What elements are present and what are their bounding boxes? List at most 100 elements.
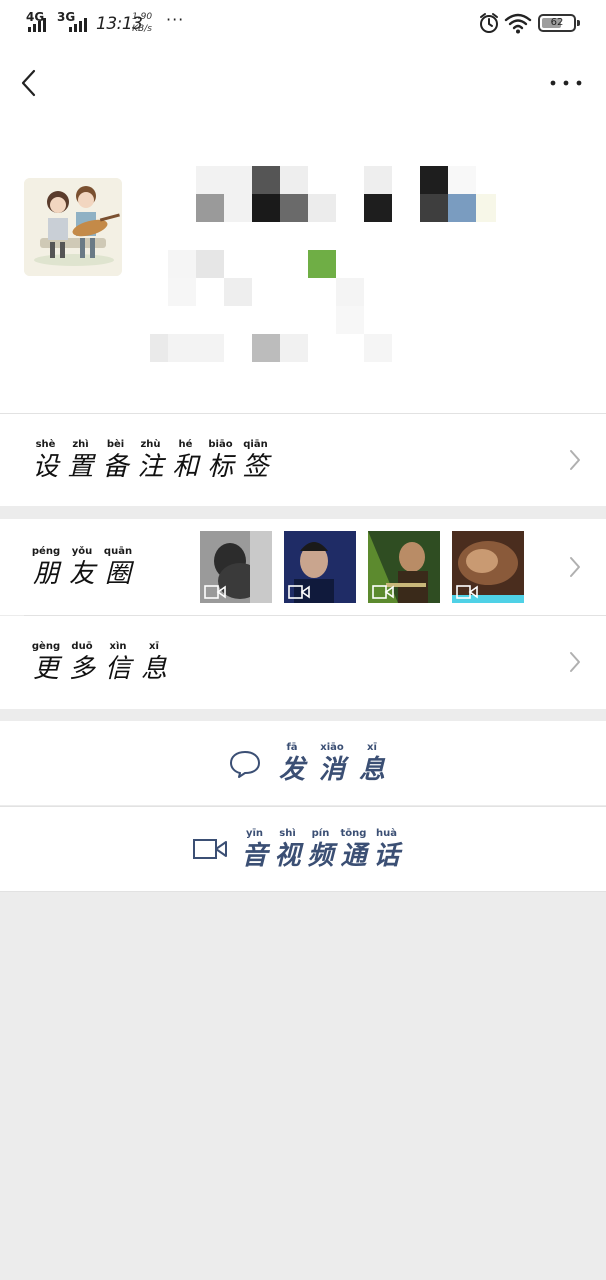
pinyin-text: pín (311, 828, 330, 839)
pinyin-char: quān 圈 (100, 545, 136, 589)
hanzi-text: 标 (207, 452, 234, 482)
pinyin-text: duō (71, 641, 93, 652)
pinyin-text: bèi (106, 439, 125, 450)
hanzi-text: 通 (340, 841, 367, 871)
pinyin-text: xiāo (320, 742, 344, 753)
video-thumbnail-3 (368, 531, 440, 603)
hanzi-text: 视 (274, 841, 301, 871)
send-message-button[interactable]: fā 发 xiāo 消 xī 息 (0, 721, 606, 805)
pinyin-char: qiān 签 (238, 438, 273, 482)
chevron-right-icon (570, 450, 580, 470)
pinyin-char: tōng 通 (337, 827, 370, 871)
hanzi-text: 友 (68, 559, 95, 589)
video-camera-icon (193, 839, 227, 859)
more-dots-icon[interactable] (548, 76, 584, 90)
pinyin-char: bèi 备 (98, 438, 133, 482)
pinyin-char: shè 设 (28, 438, 63, 482)
status-more-dots: ··· (166, 10, 185, 29)
hanzi-text: 签 (242, 452, 269, 482)
pinyin-text: zhù (140, 439, 161, 450)
profile-header (0, 118, 606, 413)
status-bar: 4G 3G 13:13 1.90 KB/s ··· 62 (0, 0, 606, 48)
hanzi-text: 息 (358, 755, 385, 785)
hanzi-text: 更 (32, 654, 59, 684)
moments-label: péng 朋 yǒu 友 quān 圈 (28, 545, 136, 589)
more-info-label: gèng 更 duō 多 xìn 信 xī 息 (28, 640, 172, 684)
alarm-icon (480, 13, 498, 33)
back-arrow-icon[interactable] (14, 68, 44, 98)
pinyin-char: fā 发 (272, 741, 312, 785)
more-info-row[interactable]: gèng 更 duō 多 xìn 信 xī 息 (0, 616, 606, 709)
pinyin-text: yīn (245, 828, 264, 839)
pinyin-char: zhù 注 (133, 438, 168, 482)
pinyin-text: biāo (208, 439, 233, 450)
divider (0, 891, 606, 892)
chevron-right-icon (570, 557, 580, 577)
set-remark-row[interactable]: shè 设 zhì 置 bèi 备 zhù 注 hé 和 biāo 标 qiān 签 (0, 414, 606, 506)
set-remark-label: shè 设 zhì 置 bèi 备 zhù 注 hé 和 biāo 标 qiān 签 (28, 438, 273, 482)
pinyin-char: duō 多 (64, 640, 100, 684)
pinyin-text: quān (103, 546, 133, 557)
hanzi-text: 信 (104, 654, 131, 684)
signal-icon-2 (59, 18, 89, 32)
pinyin-text: shì (279, 828, 296, 839)
pinyin-char: huà 话 (370, 827, 403, 871)
pinyin-text: hé (178, 439, 193, 450)
wifi-icon (504, 13, 532, 34)
pinyin-char: xìn 信 (100, 640, 136, 684)
hanzi-text: 注 (137, 452, 164, 482)
pinyin-text: fā (286, 742, 298, 753)
nav-bar (0, 48, 606, 118)
hanzi-text: 置 (67, 452, 94, 482)
pinyin-char: yǒu 友 (64, 545, 100, 589)
pinyin-char: biāo 标 (203, 438, 238, 482)
network-speed-unit: KB/s (132, 24, 152, 34)
pinyin-text: xìn (109, 641, 127, 652)
pinyin-text: qiān (243, 439, 268, 450)
pinyin-char: zhì 置 (63, 438, 98, 482)
hanzi-text: 圈 (104, 559, 131, 589)
video-thumbnail-1 (200, 531, 272, 603)
pinyin-char: gèng 更 (28, 640, 64, 684)
pinyin-char: yīn 音 (238, 827, 271, 871)
battery-icon: 62 (538, 14, 580, 32)
hanzi-text: 和 (172, 452, 199, 482)
hanzi-text: 消 (318, 755, 345, 785)
battery-level: 62 (550, 17, 564, 28)
chevron-right-icon (570, 652, 580, 672)
hanzi-text: 话 (373, 841, 400, 871)
video-camera-icon (456, 585, 478, 599)
chat-bubble-icon (230, 751, 260, 778)
pinyin-text: xī (367, 742, 377, 753)
pinyin-text: zhì (72, 439, 89, 450)
cartoon-couple-avatar[interactable] (24, 178, 122, 276)
hanzi-text: 音 (241, 841, 268, 871)
pinyin-text: gèng (31, 641, 61, 652)
video-thumbnail-4 (452, 531, 524, 603)
hanzi-text: 备 (102, 452, 129, 482)
video-camera-icon (372, 585, 394, 599)
pinyin-char: hé 和 (168, 438, 203, 482)
moments-row[interactable]: péng 朋 yǒu 友 quān 圈 (0, 519, 606, 615)
signal-icon-1 (28, 18, 50, 32)
pinyin-char: xiāo 消 (312, 741, 352, 785)
video-camera-icon (204, 585, 226, 599)
video-call-label: yīn 音 shì 视 pín 频 tōng 通 huà 话 (238, 827, 403, 871)
hanzi-text: 多 (68, 654, 95, 684)
moments-thumbnails (200, 531, 524, 605)
pinyin-text: shè (35, 439, 56, 450)
video-call-button[interactable]: yīn 音 shì 视 pín 频 tōng 通 huà 话 (0, 807, 606, 891)
hanzi-text: 频 (307, 841, 334, 871)
hanzi-text: 发 (278, 755, 305, 785)
pinyin-char: xī 息 (136, 640, 172, 684)
hanzi-text: 朋 (32, 559, 59, 589)
pinyin-char: xī 息 (352, 741, 392, 785)
pinyin-text: xī (149, 641, 159, 652)
pinyin-char: péng 朋 (28, 545, 64, 589)
video-camera-icon (288, 585, 310, 599)
send-message-label: fā 发 xiāo 消 xī 息 (272, 741, 392, 785)
pinyin-text: yǒu (71, 546, 93, 557)
video-thumbnail-2 (284, 531, 356, 603)
pinyin-text: huà (376, 828, 397, 839)
pinyin-text: tōng (340, 828, 367, 839)
